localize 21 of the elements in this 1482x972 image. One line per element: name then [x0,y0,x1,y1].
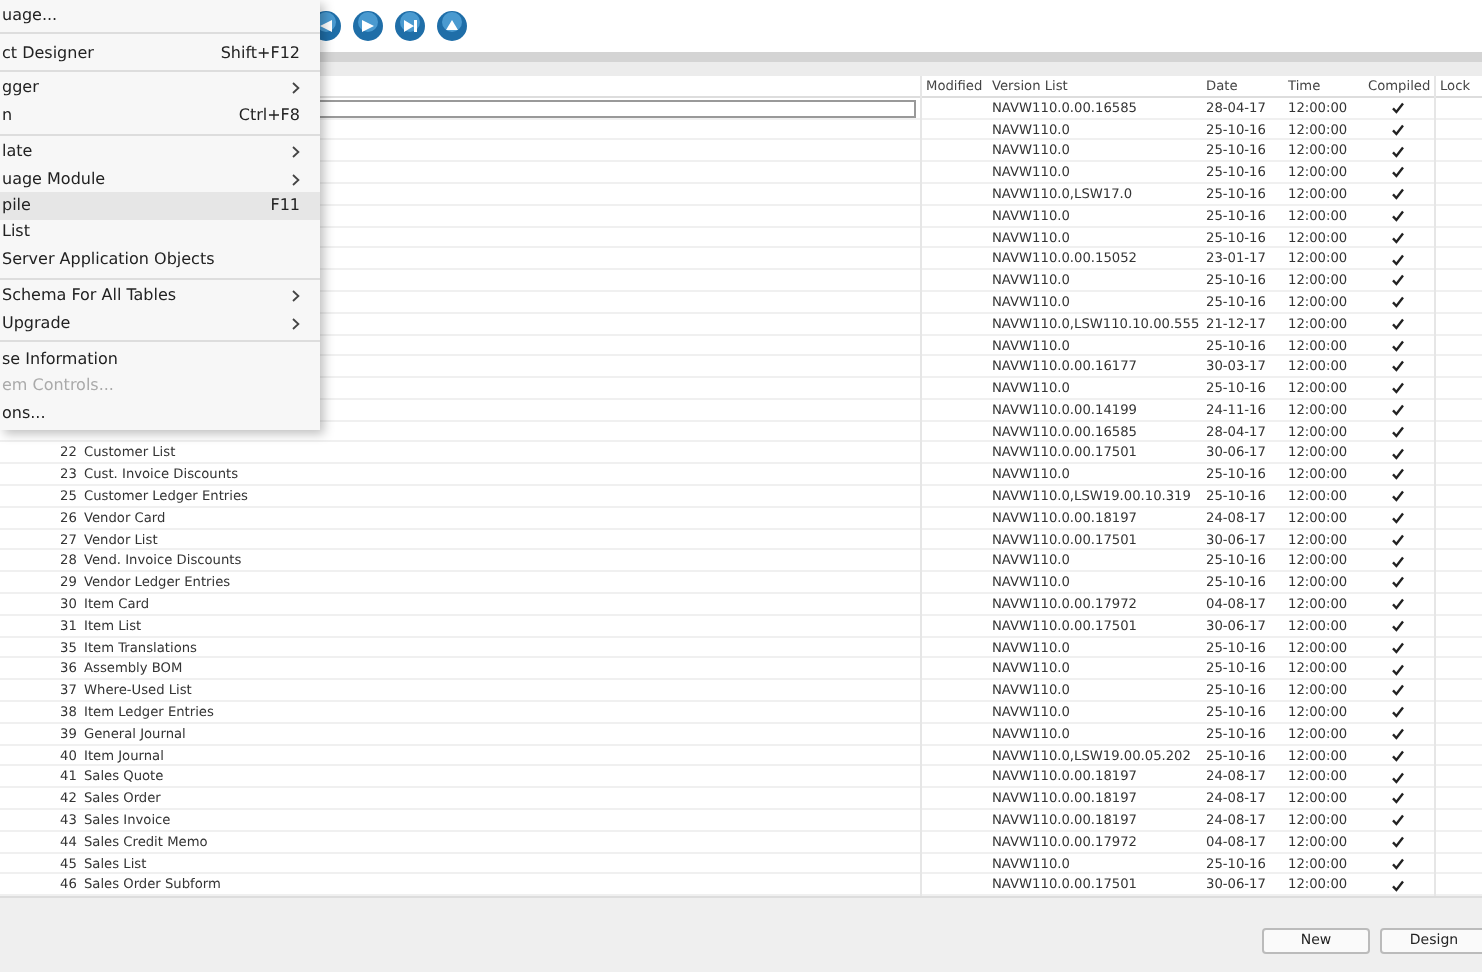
menu-item[interactable]: pile F11 [0,192,320,220]
chevron-right-icon [292,318,300,331]
chevron-right-icon [292,290,300,303]
chevron-right-icon [292,146,300,159]
round-arrow-icon[interactable] [352,9,384,42]
menu-item[interactable]: ct Designer Shift+F12 [0,38,320,72]
menu-item[interactable]: uage Module [0,165,320,193]
menu-item[interactable]: Server Application Objects [0,246,320,280]
chevron-right-icon [292,173,300,186]
menu-item[interactable]: Schema For All Tables [0,283,320,310]
menu-item[interactable]: late [0,139,320,166]
menu-item[interactable]: Upgrade [0,309,320,343]
round-arrow-icon[interactable] [394,9,426,42]
menu-item[interactable]: List [0,219,320,247]
round-arrow-icon[interactable] [436,9,468,42]
menu-item[interactable]: se Information [0,346,320,374]
menu-item[interactable]: n Ctrl+F8 [0,102,320,136]
menu-item[interactable]: ons... [0,400,320,427]
menu-item[interactable]: gger [0,75,320,103]
menu-item[interactable]: uage... [0,2,320,35]
chevron-right-icon [292,82,300,95]
